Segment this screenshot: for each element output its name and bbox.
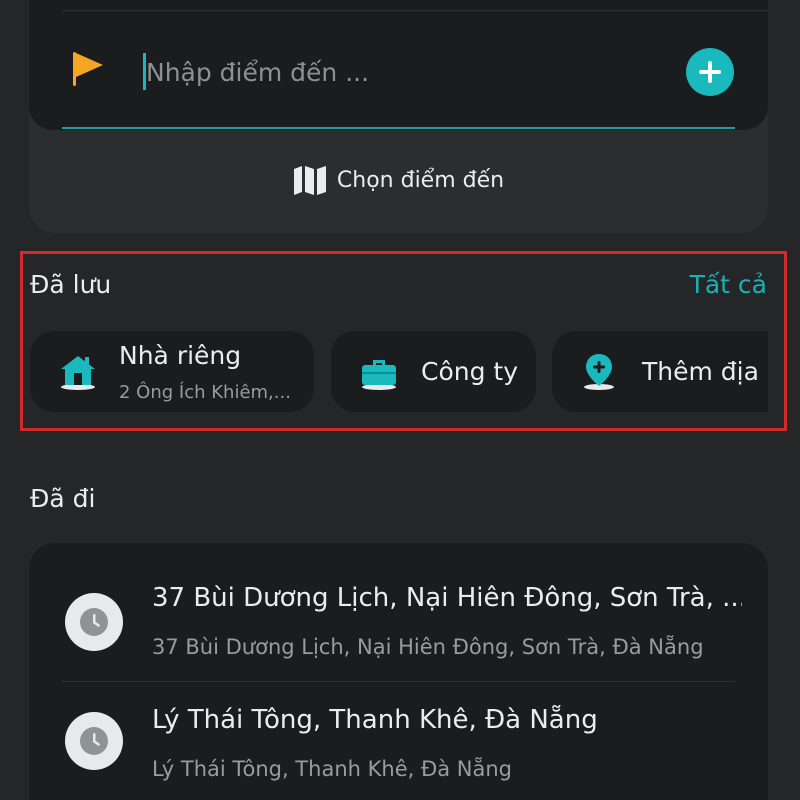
input-underline (62, 127, 735, 129)
saved-place-work[interactable]: Công ty (331, 331, 536, 412)
saved-place-subtitle: 2 Ông Ích Khiêm,... (119, 382, 291, 403)
divider (62, 681, 735, 682)
history-section-title: Đã đi (30, 484, 96, 513)
saved-place-title: Thêm địa c (642, 357, 768, 386)
add-location-pin-icon (584, 354, 614, 390)
add-destination-button[interactable] (686, 48, 734, 96)
history-item-title: 37 Bùi Dương Lịch, Nại Hiên Đông, Sơn Tr… (152, 583, 742, 613)
saved-place-title: Nhà riêng (119, 341, 242, 370)
saved-place-add[interactable]: Thêm địa c (552, 331, 768, 412)
saved-place-home[interactable]: Nhà riêng 2 Ông Ích Khiêm,... (30, 331, 314, 412)
house-icon (61, 356, 95, 390)
history-item-subtitle: Lý Thái Tông, Thanh Khê, Đà Nẵng (152, 757, 512, 781)
saved-place-title: Công ty (421, 357, 519, 386)
saved-places-list: Nhà riêng 2 Ông Ích Khiêm,... Công ty Th… (30, 331, 768, 412)
divider (62, 10, 768, 11)
clock-icon (65, 593, 123, 651)
destination-input[interactable] (146, 52, 666, 92)
saved-section-title: Đã lưu (30, 270, 112, 299)
flag-icon (73, 52, 103, 86)
history-list: 37 Bùi Dương Lịch, Nại Hiên Đông, Sơn Tr… (29, 543, 768, 800)
plus-icon (699, 61, 721, 83)
screen: Chọn điểm đến Đã lưu Tất cả Nhà riêng 2 … (0, 0, 800, 800)
history-item-subtitle: 37 Bùi Dương Lịch, Nại Hiên Đông, Sơn Tr… (152, 635, 704, 659)
history-item-title: Lý Thái Tông, Thanh Khê, Đà Nẵng (152, 705, 598, 735)
destination-input-box (29, 0, 768, 130)
choose-destination-label: Chọn điểm đến (336, 167, 505, 193)
see-all-link[interactable]: Tất cả (690, 270, 767, 299)
briefcase-icon (362, 360, 396, 390)
choose-destination-button[interactable]: Chọn điểm đến (29, 160, 768, 200)
destination-card: Chọn điểm đến (29, 0, 768, 233)
clock-icon (65, 712, 123, 770)
map-icon (293, 166, 326, 195)
